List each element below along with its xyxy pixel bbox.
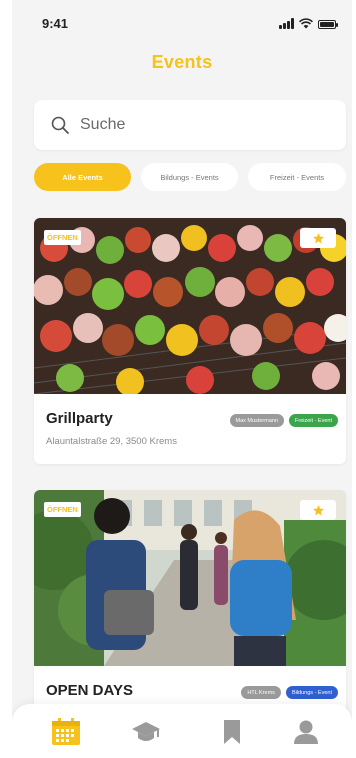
- open-status-badge: ÖFFNEN: [44, 230, 81, 245]
- calendar-icon: [52, 718, 80, 745]
- wifi-icon: [299, 18, 313, 29]
- star-icon: [312, 504, 324, 515]
- category-tag: Freizeit - Event: [289, 414, 338, 427]
- event-photo-grill: ÖFFNEN: [34, 218, 346, 394]
- category-tag: Bildungs - Event: [285, 686, 338, 699]
- event-tags: HTL Krems Bildungs - Event: [241, 686, 338, 699]
- filter-chip-leisure[interactable]: Freizeit - Events: [248, 163, 346, 191]
- status-icons: [279, 18, 338, 29]
- bookmark-icon: [224, 720, 240, 744]
- event-tags: Max Mustermann Freizeit - Event: [229, 414, 338, 427]
- search-placeholder: Suche: [80, 116, 126, 133]
- user-icon: [294, 720, 318, 744]
- organizer-tag: Max Mustermann: [229, 414, 285, 427]
- organizer-tag: HTL Krems: [241, 686, 281, 699]
- search-icon: [51, 116, 69, 134]
- filter-chip-all[interactable]: Alle Events: [34, 163, 131, 191]
- favorite-button[interactable]: [300, 500, 336, 520]
- phone-screen: 9:41 Events Suche Alle Events Bildungs -…: [12, 0, 352, 758]
- bottom-navigation: [12, 704, 352, 758]
- star-icon: [312, 232, 324, 243]
- battery-icon: [318, 20, 338, 29]
- nav-item-calendar[interactable]: [50, 716, 82, 748]
- nav-item-education[interactable]: [130, 716, 162, 748]
- graduation-cap-icon: [132, 722, 160, 741]
- event-card-open-days[interactable]: ÖFFNEN OPEN DAYS HTL Krems Bildungs - Ev…: [34, 490, 346, 736]
- event-card-body: Grillparty Alauntalstraße 29, 3500 Krems…: [34, 394, 346, 464]
- nav-item-saved[interactable]: [216, 716, 248, 748]
- status-bar: 9:41: [12, 16, 352, 32]
- event-photo-open-days: ÖFFNEN: [34, 490, 346, 666]
- search-input[interactable]: Suche: [34, 100, 346, 150]
- page-title: Events: [151, 52, 213, 72]
- filter-chip-education[interactable]: Bildungs - Events: [141, 163, 238, 191]
- filter-bar: Alle Events Bildungs - Events Freizeit -…: [34, 163, 352, 191]
- event-address: Alauntalstraße 29, 3500 Krems: [46, 436, 177, 447]
- nav-item-profile[interactable]: [290, 716, 322, 748]
- event-title: OPEN DAYS: [46, 682, 133, 699]
- event-card-grillparty[interactable]: ÖFFNEN Grillparty Alauntalstraße 29, 350…: [34, 218, 346, 464]
- favorite-button[interactable]: [300, 228, 336, 248]
- event-title: Grillparty: [46, 410, 113, 427]
- signal-icon: [279, 18, 294, 29]
- open-status-badge: ÖFFNEN: [44, 502, 81, 517]
- status-time: 9:41: [42, 16, 69, 31]
